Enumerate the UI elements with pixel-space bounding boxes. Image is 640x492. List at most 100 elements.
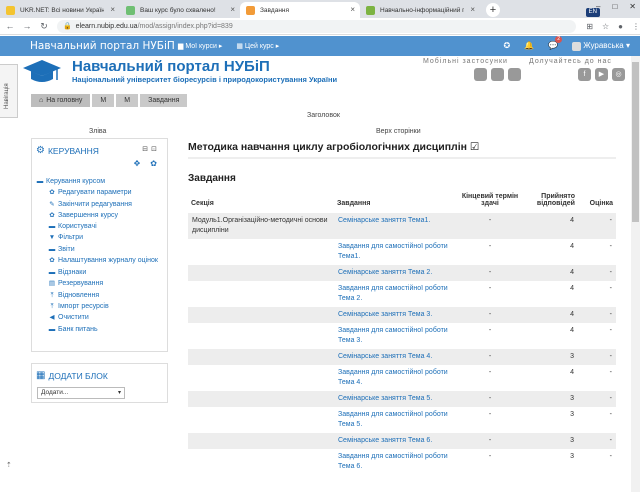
forward-icon[interactable]: → xyxy=(20,21,34,31)
page-scrollbar[interactable] xyxy=(631,56,640,492)
course-admin-item[interactable]: ✎ Закінчити редагування xyxy=(36,199,163,210)
windows-app-icon[interactable] xyxy=(508,68,521,81)
accessibility-icon[interactable]: ✪ xyxy=(504,41,511,50)
apple-app-icon[interactable] xyxy=(474,68,487,81)
assignment-link[interactable]: Семінарське заняття Тема 6. xyxy=(334,433,454,449)
browser-tab[interactable]: Ваш курс було схвалено! × xyxy=(120,2,240,18)
browser-tab[interactable]: Завдання × xyxy=(240,2,360,18)
course-admin-item[interactable]: ▬ Банк питань xyxy=(36,324,163,335)
minimize-button[interactable]: – xyxy=(596,2,600,11)
col-header-submitted[interactable]: Прийнято відповідей xyxy=(526,193,578,213)
android-app-icon[interactable] xyxy=(491,68,504,81)
assignment-link[interactable]: Семінарське заняття Тема 3. xyxy=(334,307,454,323)
menu-kebab-icon[interactable]: ⋮ xyxy=(632,22,640,31)
breadcrumb-current[interactable]: Завдання xyxy=(140,94,188,107)
course-admin-root[interactable]: ▬ Керування курсом xyxy=(36,176,163,187)
course-admin-item[interactable]: ▬ Звіти xyxy=(36,244,163,255)
course-admin-item[interactable]: ▬ Відзнаки xyxy=(36,267,163,278)
course-admin-item[interactable]: ✿ Налаштування журналу оцінок xyxy=(36,256,163,266)
navbar-brand[interactable]: Навчальний портал НУБіП xyxy=(30,40,178,52)
course-admin-item[interactable]: ▤ Резервування xyxy=(36,278,163,289)
this-course-menu[interactable]: ▦ Цей курс ▸ xyxy=(236,42,279,50)
close-window-button[interactable]: ✕ xyxy=(629,2,636,11)
assignment-link[interactable]: Завдання для самостійної роботи Тема 5. xyxy=(334,407,454,433)
gears-icon: ⚙ xyxy=(36,145,45,156)
chevron-down-icon: ▾ xyxy=(117,390,121,396)
cell-submitted: 3 xyxy=(526,391,578,407)
site-title[interactable]: Навчальний портал НУБіП xyxy=(72,58,270,75)
course-admin-item[interactable]: ⤒ Імпорт ресурсів xyxy=(36,301,163,312)
course-admin-item[interactable]: ⤒ Відновлення xyxy=(36,290,163,301)
cell-submitted: 4 xyxy=(526,213,578,239)
col-header-due-date[interactable]: Кінцевий термін здачі xyxy=(454,193,526,213)
course-admin-item[interactable]: ◀ Очистити xyxy=(36,312,163,323)
lock-icon: 🔒 xyxy=(62,23,72,30)
assignment-link[interactable]: Семінарське заняття Тема1. xyxy=(334,213,454,239)
course-admin-item[interactable]: ✿ Завершення курсу xyxy=(36,210,163,221)
dock-block-icon[interactable]: ⊡ xyxy=(151,145,157,153)
maximize-button[interactable]: □ xyxy=(612,2,617,11)
youtube-icon[interactable]: ▶ xyxy=(595,68,608,81)
course-admin-item[interactable]: ▼ Фільтри xyxy=(36,232,163,243)
breadcrumb-item[interactable]: М xyxy=(92,94,115,107)
breadcrumb-item[interactable]: М xyxy=(116,94,139,107)
region-header-label: Заголовок xyxy=(307,112,340,119)
cell-grade: - xyxy=(609,327,612,334)
col-header-grade[interactable]: Оцінка xyxy=(578,193,616,213)
assignment-link[interactable]: Завдання для самостійної роботи Тема 2. xyxy=(334,281,454,307)
move-icon[interactable]: ✥ xyxy=(134,159,141,168)
scrollbar-thumb[interactable] xyxy=(632,62,639,222)
course-admin-item[interactable]: ✿ Редагувати параметри xyxy=(36,187,163,198)
favicon-icon xyxy=(246,6,255,15)
add-block-select[interactable]: Додати... ▾ xyxy=(37,387,125,399)
assignment-link[interactable]: Завдання для самостійної роботи Тема 6. xyxy=(334,449,454,475)
avatar xyxy=(572,41,582,51)
cell-grade: - xyxy=(609,411,612,418)
graduation-cap-logo[interactable] xyxy=(22,58,62,86)
assignment-link[interactable]: Завдання для самостійної роботи Тема 4. xyxy=(334,365,454,391)
cell-submitted: 4 xyxy=(570,369,574,376)
assignment-link[interactable]: Завдання для самостійної роботи Тема1. xyxy=(334,239,454,265)
browser-tab-title: Навчально-інформаційний пор xyxy=(380,6,464,14)
close-tab-icon[interactable]: × xyxy=(470,5,475,14)
user-menu[interactable]: Журавська ▾ xyxy=(572,41,630,51)
cell-grade: - xyxy=(609,243,612,250)
reload-icon[interactable]: ↻ xyxy=(37,21,51,32)
gear-icon: ✿ xyxy=(49,211,55,219)
breadcrumb-home[interactable]: ⌂ На головну xyxy=(31,94,91,107)
close-tab-icon[interactable]: × xyxy=(350,5,355,14)
cell-section xyxy=(188,323,334,349)
back-icon[interactable]: ← xyxy=(3,21,17,31)
new-tab-button[interactable]: + xyxy=(486,3,500,17)
navigation-drawer-tab[interactable]: Навігація xyxy=(0,64,18,118)
bookmark-star-icon[interactable]: ☆ xyxy=(602,22,609,31)
block-settings-icon[interactable]: ✿ xyxy=(150,159,157,168)
assignment-link[interactable]: Завдання для самостійної роботи Тема 3. xyxy=(334,323,454,349)
cell-due-date: - xyxy=(488,453,492,460)
browser-tabs: UKR.NET: Всі новини України, с×Ваш курс … xyxy=(0,0,480,18)
close-tab-icon[interactable]: × xyxy=(110,5,115,14)
facebook-icon[interactable]: f xyxy=(578,68,591,81)
close-tab-icon[interactable]: × xyxy=(230,5,235,14)
messages-icon[interactable]: 💬 2 xyxy=(548,36,563,50)
assignment-link[interactable]: Семінарське заняття Тема 5. xyxy=(334,391,454,407)
course-admin-item[interactable]: ▬ Користувачі xyxy=(36,221,163,232)
collapse-block-icon[interactable]: ⊟ xyxy=(142,145,148,153)
browser-tab-title: Ваш курс було схвалено! xyxy=(140,6,216,14)
instagram-icon[interactable]: ◎ xyxy=(612,68,625,81)
url-input[interactable]: 🔒 elearn.nubip.edu.ua/mod/assign/index.p… xyxy=(56,19,577,33)
col-header-assignment[interactable]: Завдання xyxy=(334,193,454,213)
browser-tab[interactable]: Навчально-інформаційний пор × xyxy=(360,2,480,18)
site-header: Навчальний портал НУБіП Національний уні… xyxy=(0,56,640,88)
cell-grade: - xyxy=(609,453,612,460)
translate-icon[interactable]: ⊞ xyxy=(586,22,593,31)
assignment-link[interactable]: Семінарське заняття Тема 4. xyxy=(334,349,454,365)
col-header-section[interactable]: Секція xyxy=(188,193,334,213)
mobile-apps-label: Мобільні застосунки xyxy=(423,58,508,65)
assignment-link[interactable]: Семінарське заняття Тема 2. xyxy=(334,265,454,281)
profile-icon[interactable]: ● xyxy=(618,22,623,31)
my-courses-menu[interactable]: ▆ Мої курси ▸ xyxy=(178,42,222,50)
browser-tab[interactable]: UKR.NET: Всі новини України, с × xyxy=(0,2,120,18)
notifications-bell-icon[interactable]: 🔔 xyxy=(524,41,534,50)
scroll-top-icon[interactable]: ⇡ xyxy=(6,461,12,469)
